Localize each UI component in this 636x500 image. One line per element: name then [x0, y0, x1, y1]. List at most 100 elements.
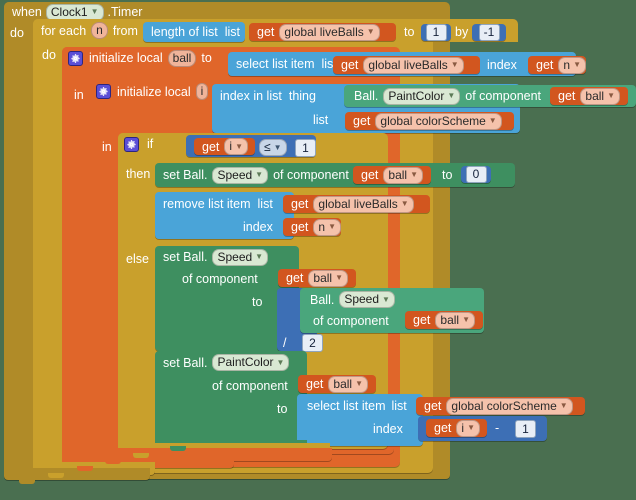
get-label: get	[361, 168, 379, 182]
ball-dropdown[interactable]: ball ▼	[580, 87, 620, 105]
get-i-1[interactable]: get i ▼	[194, 138, 255, 155]
get-ball-1[interactable]: get ball ▼	[550, 87, 628, 105]
speed-zero-value[interactable]: 0	[465, 166, 487, 183]
chevron-down-icon: ▼	[447, 91, 456, 100]
init-local-label: initialize local	[89, 51, 163, 65]
init-local-ball-var[interactable]: ball	[167, 49, 197, 67]
ball-speed-getter-row[interactable]: Ball. Speed ▼	[300, 288, 484, 311]
init-local-i-header[interactable]: initialize local i to	[90, 80, 224, 103]
chevron-down-icon: ▼	[90, 7, 99, 16]
ball-dropdown[interactable]: ball ▼	[435, 311, 475, 329]
ball-dropdown[interactable]: ball ▼	[383, 166, 423, 184]
remove-list-item-label: remove list item	[163, 196, 251, 211]
gear-icon[interactable]	[68, 50, 83, 66]
get-global-liveballs-1[interactable]: get global liveBalls ▼	[249, 23, 396, 41]
length-of-list-list-label: list	[224, 25, 240, 39]
set-ball-paintcolor-row[interactable]: set Ball. PaintColor ▼	[155, 351, 307, 374]
minus-value[interactable]: 1	[515, 420, 536, 438]
get-i-2[interactable]: get i ▼	[426, 419, 487, 437]
ball-label: ball	[440, 312, 460, 327]
init-i-notch	[105, 459, 121, 464]
then-label: then	[126, 167, 151, 181]
paintcolor-to-label: to	[277, 402, 288, 416]
global-liveballs-dropdown[interactable]: global liveBalls ▼	[279, 23, 380, 41]
get-n-1[interactable]: get n ▼	[528, 56, 586, 74]
comparison-right-value[interactable]: 1	[295, 139, 316, 157]
for-each-from-label: from	[112, 23, 138, 38]
for-each-do-label: do	[42, 48, 56, 62]
global-colorscheme-dropdown[interactable]: global colorScheme ▼	[375, 112, 502, 130]
remove-list-item-row[interactable]: remove list item list	[155, 192, 294, 215]
event-component-dropdown[interactable]: Clock1 ▼	[45, 3, 104, 21]
ball-dropdown[interactable]: ball ▼	[328, 375, 368, 393]
length-of-list-block[interactable]: length of list list	[143, 22, 245, 42]
get-global-liveballs-3[interactable]: get global liveBalls ▼	[283, 195, 430, 213]
init-local-ball-to-label: to	[201, 51, 212, 65]
get-global-colorscheme-1[interactable]: get global colorScheme ▼	[345, 112, 514, 130]
gear-icon[interactable]	[124, 136, 139, 152]
chevron-down-icon: ▼	[276, 357, 285, 367]
speed-property-label: Speed	[217, 167, 253, 182]
init-local-ball-header[interactable]: initialize local ball to	[62, 47, 234, 69]
paintcolor-property-dropdown[interactable]: PaintColor ▼	[383, 87, 461, 105]
chevron-down-icon: ▼	[255, 252, 264, 261]
for-each-by-value[interactable]: -1	[478, 24, 500, 41]
ball-dropdown[interactable]: ball ▼	[308, 269, 348, 287]
get-ball-5[interactable]: get ball ▼	[298, 375, 376, 393]
speed-zero-number-block[interactable]: 0	[461, 166, 491, 183]
paintcolor-property-dropdown[interactable]: PaintColor ▼	[212, 354, 290, 371]
select-color-index-label: index	[373, 422, 403, 436]
gear-icon[interactable]	[96, 84, 111, 99]
for-each-to-value[interactable]: 1	[425, 24, 447, 41]
event-component-label: Clock1	[50, 4, 88, 19]
speed-property-dropdown[interactable]: Speed ▼	[212, 166, 269, 184]
divisor-value[interactable]: 2	[302, 334, 323, 352]
i-dropdown[interactable]: i ▼	[456, 419, 480, 437]
select-list-item-label: select list item	[236, 57, 315, 71]
chevron-down-icon: ▼	[559, 401, 568, 410]
comparison-operator-dropdown[interactable]: ≤ ▼	[259, 139, 287, 156]
global-colorscheme-dropdown[interactable]: global colorScheme ▼	[446, 397, 573, 415]
i-label: i	[229, 139, 233, 153]
when-label: when	[12, 5, 42, 19]
paintcolor-property-label: PaintColor	[217, 355, 274, 369]
chevron-down-icon: ▼	[607, 91, 615, 100]
get-label: get	[434, 421, 452, 435]
paintcolor-property-label: PaintColor	[388, 88, 445, 103]
ball-label: ball	[313, 270, 333, 285]
for-each-by-number-block[interactable]: -1	[472, 24, 506, 41]
get-label: get	[424, 399, 442, 413]
ball-label: ball	[585, 88, 605, 103]
n-dropdown[interactable]: n ▼	[558, 56, 586, 74]
length-of-list-label: length of list	[151, 25, 218, 39]
speed-property-dropdown[interactable]: Speed ▼	[212, 248, 269, 266]
chevron-down-icon: ▼	[273, 142, 282, 152]
n-dropdown[interactable]: n ▼	[313, 218, 341, 236]
i-label: i	[461, 420, 465, 435]
chevron-down-icon: ▼	[255, 170, 264, 179]
get-ball-4[interactable]: get ball ▼	[405, 311, 483, 329]
i-dropdown[interactable]: i ▼	[224, 138, 248, 155]
get-label: get	[341, 58, 359, 72]
get-n-2[interactable]: get n ▼	[283, 218, 341, 236]
minus-operator-label: -	[495, 421, 500, 435]
get-label: get	[413, 313, 431, 327]
blocks-workspace[interactable]: when Clock1 ▼ .Timer do for each n from …	[0, 0, 636, 500]
global-liveballs-dropdown[interactable]: global liveBalls ▼	[313, 195, 414, 213]
event-do-label: do	[10, 26, 24, 40]
get-global-liveballs-2[interactable]: get global liveBalls ▼	[333, 56, 480, 74]
get-ball-2[interactable]: get ball ▼	[353, 166, 431, 184]
for-each-to-number-block[interactable]: 1	[421, 24, 451, 41]
init-local-i-var[interactable]: i	[195, 83, 209, 100]
global-liveballs-dropdown[interactable]: global liveBalls ▼	[363, 56, 464, 74]
get-global-colorscheme-2[interactable]: get global colorScheme ▼	[416, 397, 585, 415]
chevron-down-icon: ▼	[410, 170, 418, 179]
speed-property-dropdown[interactable]: Speed ▼	[339, 291, 395, 308]
get-label: get	[286, 271, 304, 285]
speed-property-label: Speed	[344, 292, 380, 306]
get-ball-3[interactable]: get ball ▼	[278, 269, 356, 287]
select-list-item-color-row[interactable]: select list item list	[297, 394, 423, 417]
global-colorscheme-label: global colorScheme	[451, 398, 557, 413]
set-ball-speed-div-row[interactable]: set Ball. Speed ▼	[155, 246, 299, 268]
for-each-var-field[interactable]: n	[91, 22, 108, 39]
